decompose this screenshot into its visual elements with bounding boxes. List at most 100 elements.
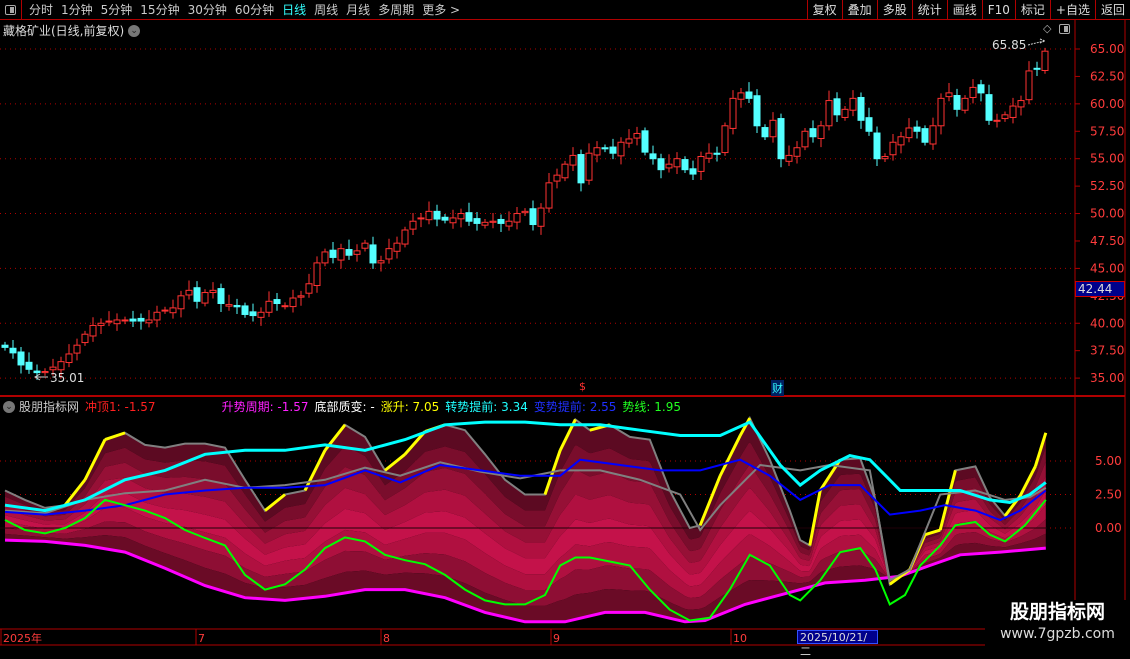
watermark-title: 股朋指标网 <box>1009 601 1105 623</box>
candle-body <box>553 174 561 182</box>
candle-body <box>241 305 249 315</box>
candle-body <box>897 136 905 146</box>
candle-body <box>113 319 121 325</box>
stock-name: 藏格矿业(日线,前复权) <box>3 24 125 38</box>
chevron-down-icon[interactable]: ⌄ <box>3 400 15 413</box>
date-label: 2025年 <box>3 631 42 645</box>
candle-body <box>961 97 969 111</box>
candle-body <box>577 154 585 184</box>
candle-body <box>177 295 185 310</box>
candle-body <box>433 210 441 220</box>
watermark-url: www.7gpzb.com <box>1000 626 1115 642</box>
toolbar-button-7[interactable]: +自选 <box>1049 0 1095 20</box>
diamond-icon[interactable]: ◇ <box>1043 22 1051 35</box>
candle-body <box>313 262 321 287</box>
period-tab-0[interactable]: 分时 <box>25 1 57 18</box>
candle-body <box>505 220 513 227</box>
price-axis-label: 57.50 <box>1090 124 1124 138</box>
period-tab-8[interactable]: 月线 <box>342 1 374 18</box>
legend-item-3: 涨升: 7.05 <box>380 400 440 414</box>
chevron-down-icon[interactable]: ⌄ <box>128 24 141 37</box>
panel-toggle-icon <box>5 4 16 15</box>
toolbar-button-0[interactable]: 复权 <box>806 0 842 20</box>
candle-body <box>625 138 633 144</box>
candle-body <box>425 210 433 221</box>
period-tab-6[interactable]: 日线 <box>278 1 310 18</box>
candle-body <box>401 229 409 245</box>
candle-body <box>337 248 345 261</box>
candle-body <box>361 242 369 249</box>
candle-body <box>649 153 657 160</box>
candle-body <box>41 371 49 374</box>
toolbar-button-8[interactable]: 返回 <box>1094 0 1130 20</box>
candle-body <box>185 289 193 296</box>
candle-body <box>889 141 897 156</box>
legend-item-1: 升势周期: -1.57 <box>221 400 309 414</box>
panel-toggle-icon[interactable] <box>1059 24 1070 34</box>
candle-body <box>793 147 801 157</box>
dollar-marker[interactable]: $ <box>579 380 586 393</box>
candle-body <box>945 92 953 98</box>
candle-body <box>689 168 697 175</box>
finance-marker[interactable]: 财 <box>771 380 784 396</box>
candle-body <box>25 361 33 370</box>
price-axis-label: 50.00 <box>1090 207 1124 221</box>
period-tab-4[interactable]: 30分钟 <box>184 1 231 18</box>
candle-body <box>1001 114 1009 120</box>
candle-body <box>585 152 593 181</box>
candle-body <box>633 132 641 139</box>
candle-body <box>849 97 857 111</box>
candle-body <box>233 304 241 308</box>
stock-title: 藏格矿业(日线,前复权) ⌄ <box>3 22 141 39</box>
indicator-axis-label: 5.00 <box>1095 454 1122 468</box>
candle-body <box>929 125 937 145</box>
toolbar-button-4[interactable]: 画线 <box>946 0 982 20</box>
candle-body <box>417 217 425 220</box>
toolbar-button-5[interactable]: F10 <box>981 0 1015 20</box>
candle-body <box>473 218 481 224</box>
candle-body <box>105 320 113 323</box>
candle-body <box>369 244 377 264</box>
toolbar-button-3[interactable]: 统计 <box>911 0 947 20</box>
candle-body <box>817 125 825 140</box>
candle-body <box>665 163 673 169</box>
candle-body <box>953 95 961 110</box>
toolbar-button-6[interactable]: 标记 <box>1014 0 1050 20</box>
watermark: 股朋指标网 www.7gpzb.com <box>985 600 1130 650</box>
date-highlight: 2025/10/21/二 <box>797 630 878 658</box>
candle-body <box>33 370 41 374</box>
candle-body <box>873 132 881 160</box>
high-arrow-icon <box>1027 38 1047 46</box>
period-tab-2[interactable]: 5分钟 <box>97 1 137 18</box>
legend-item-6: 势线: 1.95 <box>622 400 681 414</box>
candle-body <box>489 220 497 223</box>
toolbar-button-2[interactable]: 多股 <box>876 0 912 20</box>
candle-body <box>225 304 233 307</box>
candle-body <box>217 288 225 305</box>
candle-body <box>601 147 609 150</box>
candle-body <box>673 158 681 168</box>
period-tab-9[interactable]: 多周期 <box>374 1 418 18</box>
candle-body <box>273 299 281 305</box>
toolbar: 分时 1分钟 5分钟 15分钟 30分钟 60分钟 日线 周线 月线 多周期 更多 > 复权 叠加 多股… <box>0 0 1130 20</box>
legend-item-0: 冲顶1: -1.57 <box>85 400 156 414</box>
candle-body <box>913 126 921 132</box>
candle-body <box>121 319 129 322</box>
period-tab-1[interactable]: 1分钟 <box>57 1 97 18</box>
candle-body <box>937 97 945 127</box>
period-tab-5[interactable]: 60分钟 <box>231 1 278 18</box>
period-tab-7[interactable]: 周线 <box>310 1 342 18</box>
period-tab-3[interactable]: 15分钟 <box>136 1 183 18</box>
indicator-name[interactable]: 股朋指标网 <box>19 398 79 415</box>
candle-body <box>297 295 305 298</box>
period-tab-10[interactable]: 更多 > <box>418 1 464 18</box>
candle-body <box>609 146 617 154</box>
toolbar-button-1[interactable]: 叠加 <box>841 0 877 20</box>
sidebar-toggle-button[interactable] <box>0 0 22 20</box>
candle-body <box>137 317 145 322</box>
high-price-label: 65.85 <box>992 38 1027 52</box>
candle-body <box>1009 105 1017 118</box>
date-label: 7 <box>198 632 205 645</box>
chart-canvas[interactable]: 65.00 62.50 60.00 57.50 55.00 52.50 50.00 47.50… <box>0 0 1130 650</box>
candle-body <box>201 292 209 304</box>
